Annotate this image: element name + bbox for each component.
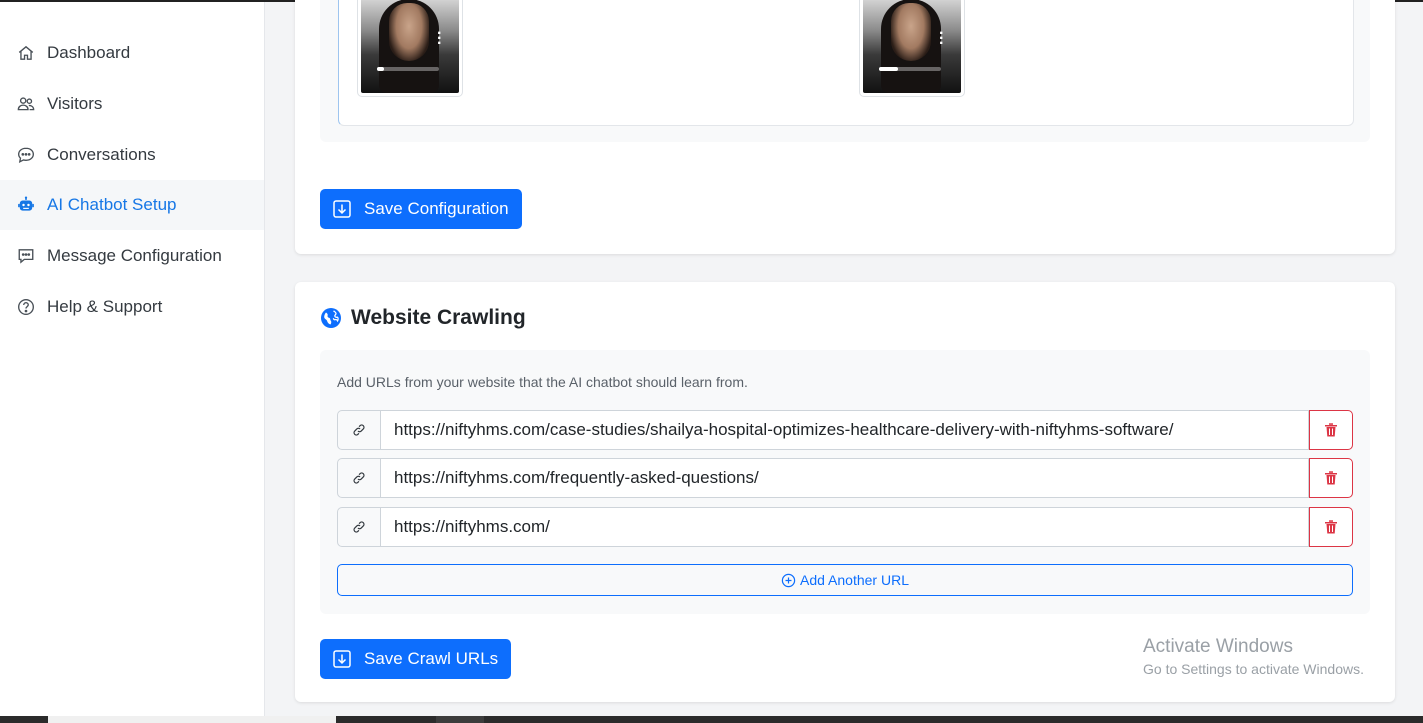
link-icon bbox=[337, 410, 381, 450]
add-another-url-button[interactable]: Add Another URL bbox=[337, 564, 1353, 596]
link-icon bbox=[337, 507, 381, 547]
section-title: Website Crawling bbox=[320, 306, 526, 330]
sidebar-item-help-support[interactable]: Help & Support bbox=[0, 282, 264, 332]
url-input[interactable] bbox=[381, 458, 1309, 498]
sidebar-item-label: Help & Support bbox=[47, 297, 163, 316]
sidebar-item-dashboard[interactable]: Dashboard bbox=[0, 28, 264, 78]
globe-icon bbox=[320, 307, 342, 329]
sidebar-item-conversations[interactable]: Conversations bbox=[0, 130, 264, 180]
users-icon bbox=[16, 94, 36, 114]
taskbar[interactable] bbox=[0, 716, 1423, 723]
button-label: Save Crawl URLs bbox=[364, 649, 499, 668]
activate-windows-watermark: Activate Windows Go to Settings to activ… bbox=[1143, 636, 1364, 677]
media-upload-box: · · · · · · bbox=[338, 0, 1354, 126]
main-content: · · · · · · Save Configuration Website C… bbox=[265, 0, 1423, 723]
url-input[interactable] bbox=[381, 507, 1309, 547]
chatbot-config-card: · · · · · · Save Configuration bbox=[295, 0, 1395, 254]
link-icon bbox=[337, 458, 381, 498]
download-icon bbox=[332, 199, 352, 219]
sidebar-item-visitors[interactable]: Visitors bbox=[0, 79, 264, 129]
trash-icon bbox=[1325, 423, 1337, 437]
chat-icon bbox=[16, 145, 36, 165]
message-config-icon bbox=[16, 246, 36, 266]
crawl-description: Add URLs from your website that the AI c… bbox=[337, 374, 748, 390]
sidebar-item-label: Message Configuration bbox=[47, 246, 222, 265]
delete-url-button[interactable] bbox=[1309, 410, 1353, 450]
more-options-icon[interactable]: · · · bbox=[939, 26, 944, 52]
sidebar-item-message-configuration[interactable]: Message Configuration bbox=[0, 231, 264, 281]
url-row bbox=[337, 410, 1353, 450]
sidebar-item-label: Conversations bbox=[47, 145, 156, 164]
video-thumbnail[interactable]: · · · bbox=[357, 0, 463, 97]
url-row bbox=[337, 507, 1353, 547]
save-configuration-button[interactable]: Save Configuration bbox=[320, 189, 522, 229]
home-icon bbox=[16, 43, 36, 63]
more-options-icon[interactable]: · · · bbox=[437, 26, 442, 52]
sidebar: Dashboard Visitors Conversations AI Chat… bbox=[0, 2, 265, 723]
sidebar-item-ai-chatbot-setup[interactable]: AI Chatbot Setup bbox=[0, 180, 264, 230]
trash-icon bbox=[1325, 471, 1337, 485]
robot-icon bbox=[16, 195, 36, 215]
sidebar-item-label: Dashboard bbox=[47, 43, 131, 62]
plus-circle-icon bbox=[781, 573, 796, 588]
sidebar-item-label: Visitors bbox=[47, 94, 103, 113]
sidebar-item-label: AI Chatbot Setup bbox=[47, 195, 177, 214]
download-icon bbox=[332, 649, 352, 669]
media-panel: · · · · · · bbox=[320, 0, 1370, 142]
video-progress-bar[interactable] bbox=[879, 67, 941, 71]
button-label: Save Configuration bbox=[364, 199, 509, 218]
save-crawl-urls-button[interactable]: Save Crawl URLs bbox=[320, 639, 512, 679]
crawl-urls-panel: Add URLs from your website that the AI c… bbox=[320, 350, 1370, 614]
url-input[interactable] bbox=[381, 410, 1309, 450]
trash-icon bbox=[1325, 520, 1337, 534]
video-progress-bar[interactable] bbox=[377, 67, 439, 71]
delete-url-button[interactable] bbox=[1309, 458, 1353, 498]
url-row bbox=[337, 458, 1353, 498]
help-icon bbox=[16, 297, 36, 317]
video-thumbnail[interactable]: · · · bbox=[859, 0, 965, 97]
delete-url-button[interactable] bbox=[1309, 507, 1353, 547]
